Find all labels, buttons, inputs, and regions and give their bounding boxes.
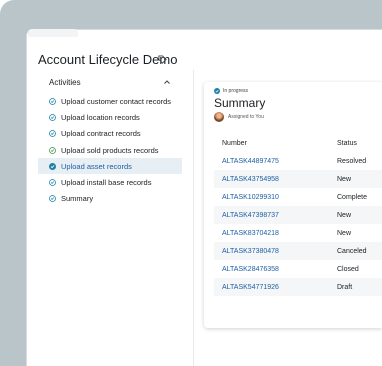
record-status: New [337,229,352,237]
window-tab [28,29,78,37]
activity-label: Upload install base records [61,178,152,188]
status-line: In progress [214,88,248,94]
table-row[interactable]: ALTASK28476358 Closed [214,260,382,278]
table-row[interactable]: ALTASK47398737 New [214,206,382,224]
chevron-up-icon[interactable] [163,78,171,86]
page-title: Account Lifecycle Demo [38,52,178,67]
record-status: Complete [337,193,367,201]
activity-item[interactable]: Upload customer contact records [38,93,182,109]
progress-circle-icon [49,179,56,186]
record-number-link[interactable]: ALTASK47398737 [222,212,337,219]
activity-label: Summary [61,194,94,204]
progress-circle-icon [49,195,56,203]
record-number-link[interactable]: ALTASK44897475 [222,158,337,165]
assigned-to: Assigned to You [214,112,264,122]
records-table: Number Status ALTASK44897475 Resolved ALTA… [214,134,382,296]
progress-circle-icon [49,130,56,138]
record-number-link[interactable]: ALTASK28476358 [222,266,337,273]
progress-circle-icon [49,162,56,170]
record-status: Draft [337,283,353,291]
activity-item[interactable]: Summary [38,191,182,207]
progress-circle-icon [49,114,56,121]
activity-label: Upload sold products records [61,145,159,155]
record-status: Closed [337,265,359,273]
activity-label: Upload location records [61,112,140,122]
progress-circle-icon [49,97,56,105]
record-number-link[interactable]: ALTASK10299310 [222,194,337,201]
activity-item[interactable]: Upload asset records [38,158,182,175]
table-header: Number Status [214,134,382,152]
column-number: Number [222,139,247,147]
assigned-text: Assigned to You [228,114,264,120]
table-row[interactable]: ALTASK54771926 Draft [214,278,382,296]
check-circle-icon [49,146,56,154]
table-row[interactable]: ALTASK10299310 Complete [214,188,382,206]
table-row[interactable]: ALTASK43754958 New [214,170,382,188]
activity-item[interactable]: Upload install base records [38,174,182,190]
status-text: In progress [223,88,249,94]
record-status: New [337,211,352,219]
record-number-link[interactable]: ALTASK37380478 [222,248,337,255]
panel-divider [193,70,194,366]
activity-item[interactable]: Upload sold products records [38,142,182,158]
column-status: Status [337,139,357,147]
record-status: Resolved [337,157,367,165]
record-status: New [337,175,352,183]
record-number-link[interactable]: ALTASK43754958 [222,176,337,183]
record-status: Canceled [337,247,367,255]
activities-title: Activities [49,77,81,87]
activity-item[interactable]: Upload contract records [38,126,182,142]
record-number-link[interactable]: ALTASK54771926 [222,284,337,291]
in-progress-icon [214,88,220,94]
activity-item[interactable]: Upload location records [38,109,182,125]
activities-header[interactable]: Activities [38,74,182,90]
activity-label: Upload contract records [61,129,141,139]
avatar [214,112,224,122]
table-row[interactable]: ALTASK44897475 Resolved [214,152,382,170]
table-row[interactable]: ALTASK37380478 Canceled [214,242,382,260]
tag-icon[interactable] [158,55,167,64]
activity-label: Upload customer contact records [61,96,172,106]
table-row[interactable]: ALTASK83704218 New [214,224,382,242]
activities-list: Upload customer contact records Upload lo… [38,93,182,207]
activity-label: Upload asset records [61,161,132,171]
record-number-link[interactable]: ALTASK83704218 [222,230,337,237]
card-title: Summary [214,96,266,110]
